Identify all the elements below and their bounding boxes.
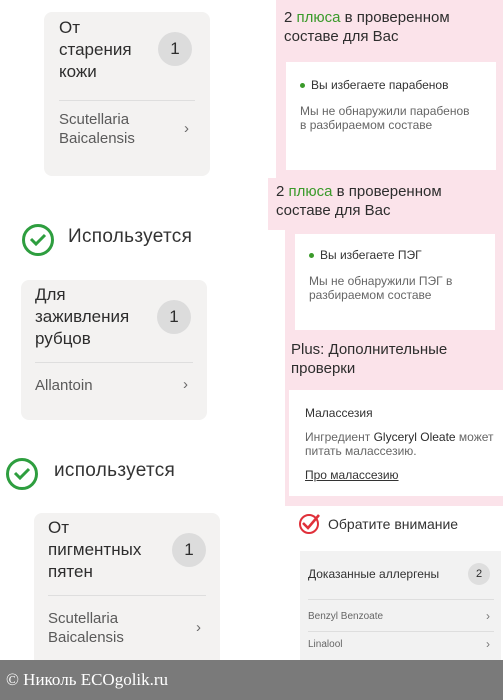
divider bbox=[48, 595, 206, 596]
panel-heading: Plus: Дополнительные проверки bbox=[291, 341, 448, 377]
heading-highlight: плюса bbox=[296, 9, 341, 26]
divider bbox=[308, 599, 494, 600]
divider bbox=[35, 362, 193, 363]
panel-heading: 2 плюса в проверенном составе для Вас bbox=[276, 182, 490, 220]
malassezia-link[interactable]: Про малассезию bbox=[305, 468, 399, 482]
item-text: Ингредиент Glyceryl Oleate может питать … bbox=[305, 430, 495, 458]
chevron-right-icon: › bbox=[486, 609, 490, 623]
divider bbox=[59, 100, 195, 101]
item-title-row: Вы избегаете ПЭГ bbox=[309, 248, 422, 262]
status-dot bbox=[300, 82, 305, 88]
used-label: Используется bbox=[68, 226, 193, 247]
check-circle-icon bbox=[22, 224, 54, 256]
used-label: используется bbox=[54, 460, 176, 481]
check-item-parabens: Вы избегаете парабенов Мы не обнаружили … bbox=[286, 62, 496, 170]
allergen-item-1[interactable]: Benzyl Benzoate › bbox=[308, 607, 494, 627]
allergen-name: Benzyl Benzoate bbox=[308, 611, 384, 622]
used-row-1: Используется bbox=[20, 222, 220, 256]
allergens-count-badge: 2 bbox=[468, 563, 490, 585]
benefit-card-pigment[interactable]: От пигментных пятен 1 Scutellaria Baical… bbox=[34, 513, 220, 673]
attention-label: Обратите внимание bbox=[328, 516, 459, 532]
watermark-footer: © Николь ECOgolik.ru bbox=[0, 660, 503, 700]
pluses-panel-2-body: Вы избегаете ПЭГ Мы не обнаружили ПЭГ в … bbox=[285, 230, 503, 336]
card-title: От старения кожи bbox=[59, 18, 132, 81]
check-item-malassezia: Малассезия Ингредиент Glyceryl Oleate мо… bbox=[289, 390, 503, 496]
count-badge: 1 bbox=[172, 533, 206, 567]
heading-highlight: плюса bbox=[288, 183, 333, 200]
panel-heading: 2 плюса в проверенном составе для Вас bbox=[284, 8, 494, 46]
allergens-panel: Доказанные аллергены 2 Benzyl Benzoate ›… bbox=[300, 551, 501, 661]
item-title: Вы избегаете парабенов bbox=[311, 78, 449, 92]
pluses-panel-1: 2 плюса в проверенном составе для Вас Вы… bbox=[276, 0, 503, 178]
red-check-icon bbox=[298, 512, 322, 541]
item-title: Вы избегаете ПЭГ bbox=[320, 248, 422, 262]
check-item-peg: Вы избегаете ПЭГ Мы не обнаружили ПЭГ в … bbox=[295, 234, 495, 330]
item-text: Мы не обнаружили ПЭГ в разбираемом соста… bbox=[309, 274, 453, 302]
allergen-name: Linalool bbox=[308, 639, 343, 650]
count-badge: 1 bbox=[157, 300, 191, 334]
card-title: От пигментных пятен bbox=[48, 518, 142, 581]
item-title-row: Вы избегаете парабенов bbox=[300, 78, 448, 92]
chevron-right-icon: › bbox=[183, 376, 188, 393]
ingredient-link[interactable]: Scutellaria Baicalensis bbox=[48, 609, 124, 647]
count-badge: 1 bbox=[158, 32, 192, 66]
allergens-title[interactable]: Доказанные аллергены bbox=[308, 567, 439, 581]
used-row-2: используется bbox=[6, 456, 206, 490]
pluses-panel-2: 2 плюса в проверенном составе для Вас bbox=[268, 178, 503, 230]
ingredient-link[interactable]: Allantoin bbox=[35, 376, 93, 395]
status-dot bbox=[309, 252, 314, 258]
card-title: Для заживления рубцов bbox=[35, 285, 130, 348]
check-circle-icon bbox=[6, 458, 38, 490]
chevron-right-icon: › bbox=[184, 120, 189, 137]
ingredient-name: Glyceryl Oleate bbox=[373, 430, 456, 444]
item-title: Малассезия bbox=[305, 406, 373, 420]
watermark-text: © Николь ECOgolik.ru bbox=[6, 670, 169, 689]
extra-checks-panel: Plus: Дополнительные проверки Малассезия… bbox=[285, 336, 503, 506]
benefit-card-anti-aging[interactable]: От старения кожи 1 Scutellaria Baicalens… bbox=[44, 12, 210, 176]
divider bbox=[308, 631, 494, 632]
chevron-right-icon: › bbox=[196, 619, 201, 636]
text-prefix: Ингредиент bbox=[305, 430, 374, 444]
item-text: Мы не обнаружили парабенов в разбираемом… bbox=[300, 104, 470, 132]
chevron-right-icon: › bbox=[486, 637, 490, 651]
heading-prefix: 2 bbox=[276, 183, 289, 200]
attention-row: Обратите внимание bbox=[298, 512, 498, 538]
benefit-card-scars[interactable]: Для заживления рубцов 1 Allantoin › bbox=[21, 280, 207, 420]
ingredient-link[interactable]: Scutellaria Baicalensis bbox=[59, 110, 135, 148]
allergen-item-2[interactable]: Linalool › bbox=[308, 635, 494, 655]
heading-prefix: 2 bbox=[284, 9, 297, 26]
